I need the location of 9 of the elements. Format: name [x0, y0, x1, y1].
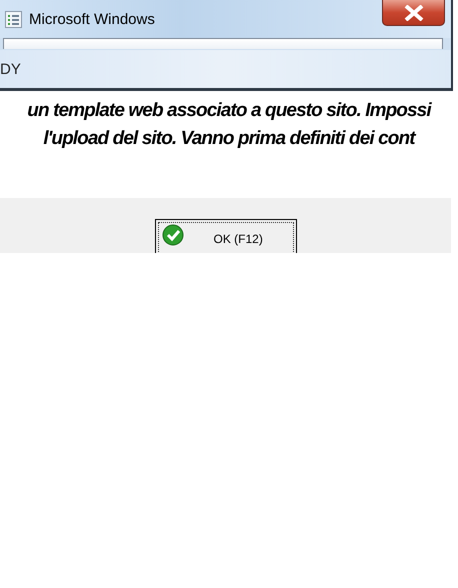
list-icon — [5, 10, 22, 28]
window-title: Microsoft Windows — [29, 10, 155, 28]
message-text: l'upload del sito. Vanno prima definiti dei cont — [43, 127, 415, 151]
background-text: DY — [0, 60, 21, 78]
check-icon — [162, 224, 184, 246]
message-text: un template web associato a questo sito. Impossi — [27, 99, 431, 123]
close-icon — [402, 4, 424, 20]
ok-button[interactable]: OK (F12) — [154, 219, 296, 253]
close-button[interactable] — [382, 0, 445, 26]
